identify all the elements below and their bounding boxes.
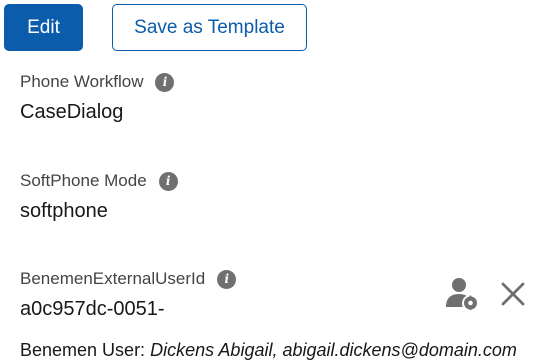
close-icon <box>501 282 525 306</box>
user-settings-button[interactable] <box>445 276 479 310</box>
info-icon[interactable]: i <box>158 171 178 191</box>
phone-workflow-label-text: Phone Workflow <box>20 72 144 91</box>
page: Edit Save as Template Phone Workflow i C… <box>0 0 549 362</box>
external-user-id-label: BenemenExternalUserId i <box>20 269 237 289</box>
phone-workflow-label: Phone Workflow i <box>20 72 175 92</box>
save-as-template-button[interactable]: Save as Template <box>112 4 307 51</box>
edit-button[interactable]: Edit <box>4 4 83 51</box>
benemen-user-line: Benemen User: Dickens Abigail, abigail.d… <box>20 340 517 361</box>
info-icon[interactable]: i <box>217 269 237 289</box>
phone-workflow-value: CaseDialog <box>20 101 124 123</box>
close-button[interactable] <box>499 280 527 308</box>
external-user-id-label-text: BenemenExternalUserId <box>20 269 206 288</box>
external-user-id-value: a0c957dc-0051- <box>20 298 165 320</box>
benemen-user-label: Benemen User: <box>20 340 146 360</box>
user-settings-icon <box>446 278 477 310</box>
benemen-user-value: Dickens Abigail, abigail.dickens@domain.… <box>150 340 517 360</box>
info-icon[interactable]: i <box>155 72 175 92</box>
softphone-mode-label-text: SoftPhone Mode <box>20 171 147 190</box>
softphone-mode-value: softphone <box>20 200 108 222</box>
softphone-mode-label: SoftPhone Mode i <box>20 171 178 191</box>
